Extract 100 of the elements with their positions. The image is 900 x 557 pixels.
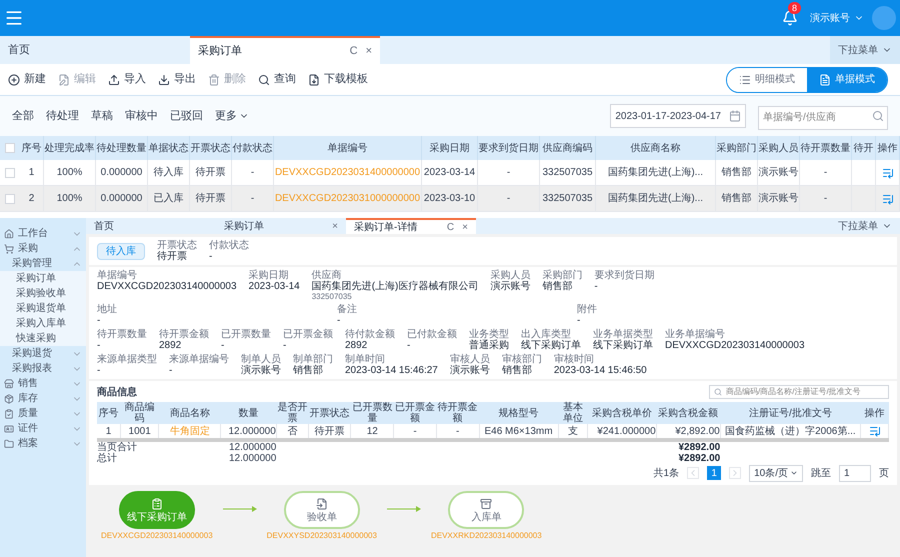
table-cell-text: - — [250, 166, 254, 180]
field-value: - — [337, 315, 342, 326]
close-button[interactable]: × — [366, 42, 372, 60]
field-value: DEVXXCGD202303140000003 — [665, 340, 805, 351]
field-value: 国药集团先进(上海)医疗器械有限公司 — [312, 281, 478, 292]
sidebar-item[interactable]: 采购报表 — [0, 361, 86, 376]
search-field[interactable]: 单据编号/供应商 — [758, 106, 888, 130]
filter-tab[interactable]: 更多 — [215, 108, 249, 124]
tab[interactable]: 首页 — [0, 36, 190, 64]
field-value: 2023-03-14 15:46:50 — [554, 365, 647, 376]
detail-icon[interactable] — [868, 425, 881, 437]
page-size-select[interactable]: 10条/页 — [749, 464, 803, 482]
toolbar-button[interactable]: 导入 — [108, 71, 146, 88]
search-field[interactable]: 商品编码/商品名称/注册证号/批准文号 — [709, 385, 889, 399]
sidebar-item[interactable]: 采购退货单 — [0, 301, 86, 316]
filter-tab[interactable]: 草稿 — [91, 108, 113, 124]
user-menu[interactable]: 演示账号 — [810, 10, 864, 26]
clipboard-icon — [4, 408, 14, 418]
avatar[interactable] — [872, 6, 896, 30]
table-cell-text: 待开票 — [196, 166, 226, 180]
toolbar-button[interactable]: 下载模板 — [308, 71, 368, 88]
detail-icon[interactable] — [882, 192, 894, 204]
column-header: 基本单位 — [558, 402, 588, 424]
filter-tab[interactable]: 审核中 — [125, 108, 158, 124]
checkbox[interactable] — [5, 194, 15, 204]
field-label: 制单部门 — [293, 354, 333, 365]
table-row[interactable]: 2 100% 0.000000 已入库 待开票 - DEVXXCGD2023031000000000 2023-03-10 - 332507035 国药集团先进(上海)... 销售部 演示账号 - — [0, 186, 900, 212]
dropdown-menu[interactable]: 下拉菜单 — [830, 36, 900, 64]
table-cell: 1 — [106, 426, 112, 436]
table-cell: E46 M6×13mm — [484, 426, 553, 436]
close-button[interactable]: × — [462, 220, 468, 234]
table-cell-text: 已入库 — [154, 192, 184, 206]
table-cell: 待开票 — [314, 426, 345, 436]
toolbar-button[interactable]: 查询 — [258, 71, 296, 88]
column-header: 供应商编码 — [542, 142, 592, 156]
sidebar-item[interactable]: 快速采购 — [0, 331, 86, 346]
sidebar-item[interactable]: 证件 — [0, 421, 86, 436]
sidebar-item[interactable]: 库存 — [0, 391, 86, 406]
calendar-icon — [729, 110, 741, 122]
field-value: 线下采购订单 — [521, 340, 581, 351]
checkbox[interactable] — [5, 143, 15, 153]
table-row[interactable]: 1 100% 0.000000 待入库 待开票 - DEVXXCGD2023031400000000 2023-03-14 - 332507035 国药集团先进(上海)... 销售部 演示账号 - — [0, 160, 900, 186]
flow-step[interactable]: 入库单 — [448, 491, 524, 529]
flow-step[interactable]: 验收单 — [284, 491, 360, 529]
page-button[interactable]: 1 — [707, 466, 722, 480]
filter-tab[interactable]: 全部 — [12, 108, 34, 124]
filter-tab[interactable]: 已驳回 — [170, 108, 203, 124]
refresh-button[interactable]: C — [350, 42, 358, 60]
column-header: 单据编号 — [328, 142, 368, 156]
close-button[interactable]: × — [332, 218, 338, 234]
field-value: DEVXXCGD202303140000003 — [97, 281, 237, 292]
toolbar-button[interactable]: 导出 — [158, 71, 196, 88]
date-range-field[interactable]: 2023-01-17-2023-04-17 — [610, 104, 746, 128]
toolbar-button[interactable]: 新建 — [8, 71, 46, 88]
page-input[interactable]: 1 — [839, 464, 871, 482]
dropdown-menu[interactable]: 下拉菜单 — [830, 218, 900, 234]
total-amount: ¥2892.00 — [678, 442, 720, 453]
sidebar-item[interactable]: 采购 — [0, 241, 86, 256]
field-label: 付款状态 — [209, 240, 249, 251]
bell-icon[interactable] — [782, 10, 798, 26]
sidebar-item[interactable]: 采购入库单 — [0, 316, 86, 331]
mode-toggle[interactable]: 单据模式 — [807, 68, 887, 92]
detail-icon[interactable] — [882, 166, 894, 178]
column-header: 序号 — [22, 142, 42, 156]
prev-page-icon[interactable] — [687, 467, 700, 479]
sidebar-item[interactable]: 采购验收单 — [0, 286, 86, 301]
sidebar-item[interactable]: 工作台 — [0, 226, 86, 241]
sidebar-item[interactable]: 质量 — [0, 406, 86, 421]
trash-icon — [208, 74, 220, 86]
field-label: 已开票数量 — [221, 329, 271, 340]
filter-tab[interactable]: 待处理 — [46, 108, 79, 124]
column-header: 注册证号/批准文号 — [720, 402, 861, 424]
tab[interactable]: 采购订单-详情 C × — [346, 218, 476, 234]
sidebar-item[interactable]: 档案 — [0, 436, 86, 451]
field-label: 业务单据编号 — [665, 329, 726, 340]
sidebar-item[interactable]: 采购管理 — [0, 256, 86, 271]
field-value: 演示账号 — [241, 365, 281, 376]
checkbox[interactable] — [5, 168, 15, 178]
field-label: 来源单据编号 — [169, 354, 229, 365]
next-page-icon[interactable] — [729, 467, 742, 479]
tab[interactable]: 采购订单 C × — [190, 36, 380, 64]
column-header: 待处理数量 — [96, 142, 146, 156]
tab[interactable]: 首页 — [86, 218, 216, 234]
field-value: 销售部 — [542, 281, 574, 292]
field-label: 供应商 — [312, 270, 343, 281]
table-cell-text: 2023-03-14 — [424, 166, 476, 180]
archive-icon — [480, 498, 492, 510]
sidebar-item[interactable]: 采购订单 — [0, 271, 86, 286]
table-cell-text: 1 — [28, 166, 34, 180]
plus-circle-icon — [8, 74, 20, 86]
flow-arrow — [222, 505, 257, 513]
sidebar-item[interactable]: 采购退货 — [0, 346, 86, 361]
flow-code: DEVXXYSD202303140000003 — [266, 530, 377, 542]
tab[interactable]: 采购订单 × — [216, 218, 346, 234]
table-cell-text: - — [506, 192, 510, 206]
sidebar-item[interactable]: 销售 — [0, 376, 86, 391]
field-label: 采购部门 — [542, 270, 582, 281]
field-label: 要求到货日期 — [594, 270, 654, 281]
table-cell-text: 演示账号 — [758, 166, 798, 180]
refresh-button[interactable]: C — [446, 220, 454, 234]
